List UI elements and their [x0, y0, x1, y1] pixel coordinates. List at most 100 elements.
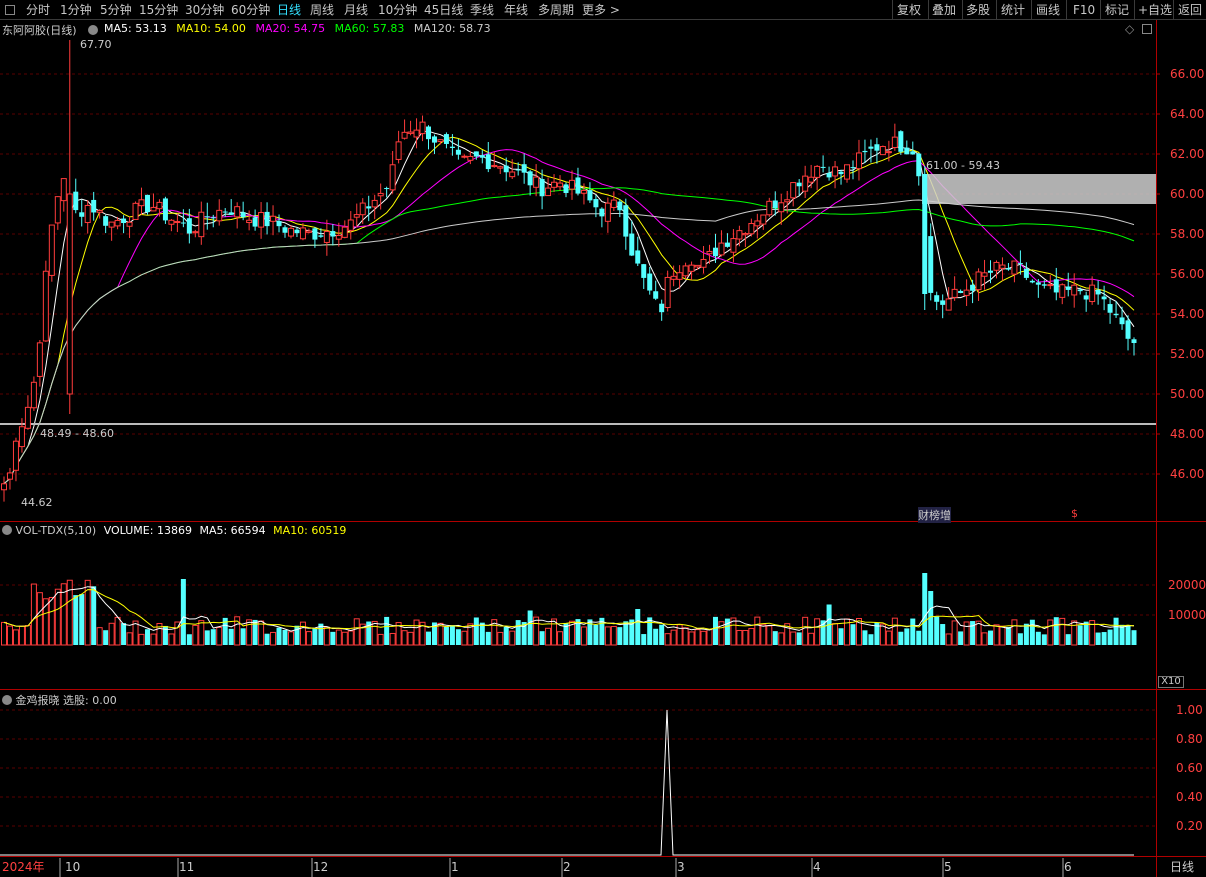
- tab-quarterly[interactable]: 季线: [470, 0, 494, 20]
- candle-body: [491, 164, 498, 168]
- tab-timeshare[interactable]: 分时: [26, 0, 50, 20]
- volume-bar: [700, 630, 707, 646]
- statistics-button[interactable]: 统计: [1001, 0, 1025, 20]
- volume-bar: [539, 631, 545, 645]
- ma10-legend: MA10: 54.00: [176, 22, 246, 35]
- volume-bar: [240, 628, 246, 645]
- stock-title: 东阿阿胶(日线): [2, 24, 77, 37]
- volume-bar: [1, 621, 7, 646]
- candle-body: [1113, 313, 1119, 316]
- tab-30min[interactable]: 30分钟: [185, 0, 224, 20]
- candle-body: [114, 219, 121, 227]
- candle-body: [425, 126, 431, 140]
- event-mark[interactable]: $: [1071, 507, 1078, 520]
- kline-chart[interactable]: 46.00 48.00 50.00 52.00 54.00 56.00 58.00 60.00…: [0, 20, 1206, 877]
- tab-5min[interactable]: 5分钟: [100, 0, 132, 20]
- tab-60min[interactable]: 60分钟: [231, 0, 270, 20]
- candle-body: [222, 211, 228, 213]
- legend-options-icon[interactable]: [88, 25, 98, 35]
- candle-body: [299, 227, 306, 240]
- candle-body: [103, 216, 109, 226]
- expand-icon[interactable]: [1142, 24, 1152, 34]
- candle-body: [557, 182, 564, 188]
- candle-body: [587, 190, 593, 201]
- volume-bar: [479, 622, 485, 645]
- volume-bar: [694, 629, 701, 646]
- candle-body: [162, 198, 168, 221]
- candle-body: [1089, 284, 1096, 303]
- volume-bar: [287, 631, 294, 646]
- volume-bar: [922, 573, 928, 645]
- period-toolbar: 分时 1分钟 5分钟 15分钟 30分钟 60分钟 日线 周线 月线 10分钟 …: [0, 0, 1206, 20]
- multi-stock-button[interactable]: 多股: [966, 0, 990, 20]
- candle-body: [802, 175, 809, 192]
- volume-bar: [515, 620, 521, 645]
- candle-body: [503, 165, 509, 173]
- tab-more[interactable]: 更多 >: [582, 0, 620, 20]
- back-button[interactable]: 返回: [1178, 0, 1202, 20]
- volume-bar: [580, 626, 587, 646]
- candle-body: [682, 265, 689, 277]
- tab-10min[interactable]: 10分钟: [378, 0, 417, 20]
- tab-daily[interactable]: 日线: [277, 0, 301, 20]
- month-label: 5: [944, 860, 952, 874]
- tab-multi-period[interactable]: 多周期: [538, 0, 574, 20]
- volume-bar: [963, 621, 970, 646]
- volume-bar: [264, 633, 270, 645]
- tab-45day[interactable]: 45日线: [424, 0, 463, 20]
- candle-body: [287, 227, 294, 237]
- mark-button[interactable]: 标记: [1105, 0, 1129, 20]
- volume-bar: [509, 630, 516, 646]
- volume-bar: [993, 624, 1000, 646]
- candle-body: [461, 155, 468, 158]
- panel-toggle-icon[interactable]: [5, 5, 15, 15]
- main-legend: 东阿阿胶(日线): [2, 22, 77, 38]
- candle-body: [963, 289, 970, 296]
- volume-scale-button[interactable]: X10: [1158, 676, 1184, 688]
- candle-body: [784, 199, 791, 203]
- candle-body: [192, 231, 199, 234]
- volume-bar: [449, 625, 455, 645]
- volume-bar: [527, 610, 533, 645]
- adjust-button[interactable]: 复权: [897, 0, 921, 20]
- candle-body: [1077, 289, 1083, 292]
- volume-bar: [802, 616, 809, 646]
- candle-body: [916, 153, 922, 177]
- candle-body: [54, 196, 61, 224]
- ma5-legend: MA5: 53.13: [104, 22, 167, 35]
- tab-15min[interactable]: 15分钟: [139, 0, 178, 20]
- volume-options-icon[interactable]: [2, 525, 12, 535]
- volume-bar: [934, 616, 940, 645]
- candle-body: [1119, 317, 1125, 325]
- candle-body: [228, 212, 234, 215]
- volume-bar: [610, 625, 617, 646]
- volume-bar: [1029, 619, 1035, 645]
- candle-body: [796, 182, 802, 187]
- volume-bar: [617, 627, 623, 645]
- volume-bar: [36, 592, 43, 646]
- volume-bar: [6, 625, 13, 646]
- candle-body: [1035, 282, 1041, 285]
- tab-1min[interactable]: 1分钟: [60, 0, 92, 20]
- candle-body: [30, 381, 37, 409]
- candle-body: [629, 233, 635, 256]
- f10-button[interactable]: F10: [1073, 0, 1095, 20]
- candle-body: [885, 151, 892, 154]
- volume-bar: [533, 616, 540, 646]
- tab-monthly[interactable]: 月线: [344, 0, 368, 20]
- tab-yearly[interactable]: 年线: [504, 0, 528, 20]
- add-watchlist-button[interactable]: +自选: [1138, 0, 1172, 20]
- volume-bar: [192, 624, 199, 646]
- diamond-icon[interactable]: ◇: [1125, 22, 1134, 36]
- candle-body: [1029, 280, 1035, 283]
- event-label[interactable]: 财榜增: [918, 507, 951, 523]
- signal-options-icon[interactable]: [2, 695, 12, 705]
- candle-body: [551, 181, 558, 188]
- volume-bar: [270, 631, 277, 646]
- tab-weekly[interactable]: 周线: [310, 0, 334, 20]
- overlay-button[interactable]: 叠加: [932, 0, 956, 20]
- low-price-label: 44.62: [21, 496, 53, 509]
- candle-body: [862, 150, 868, 153]
- ma120-legend: MA120: 58.73: [413, 22, 491, 35]
- draw-line-button[interactable]: 画线: [1036, 0, 1060, 20]
